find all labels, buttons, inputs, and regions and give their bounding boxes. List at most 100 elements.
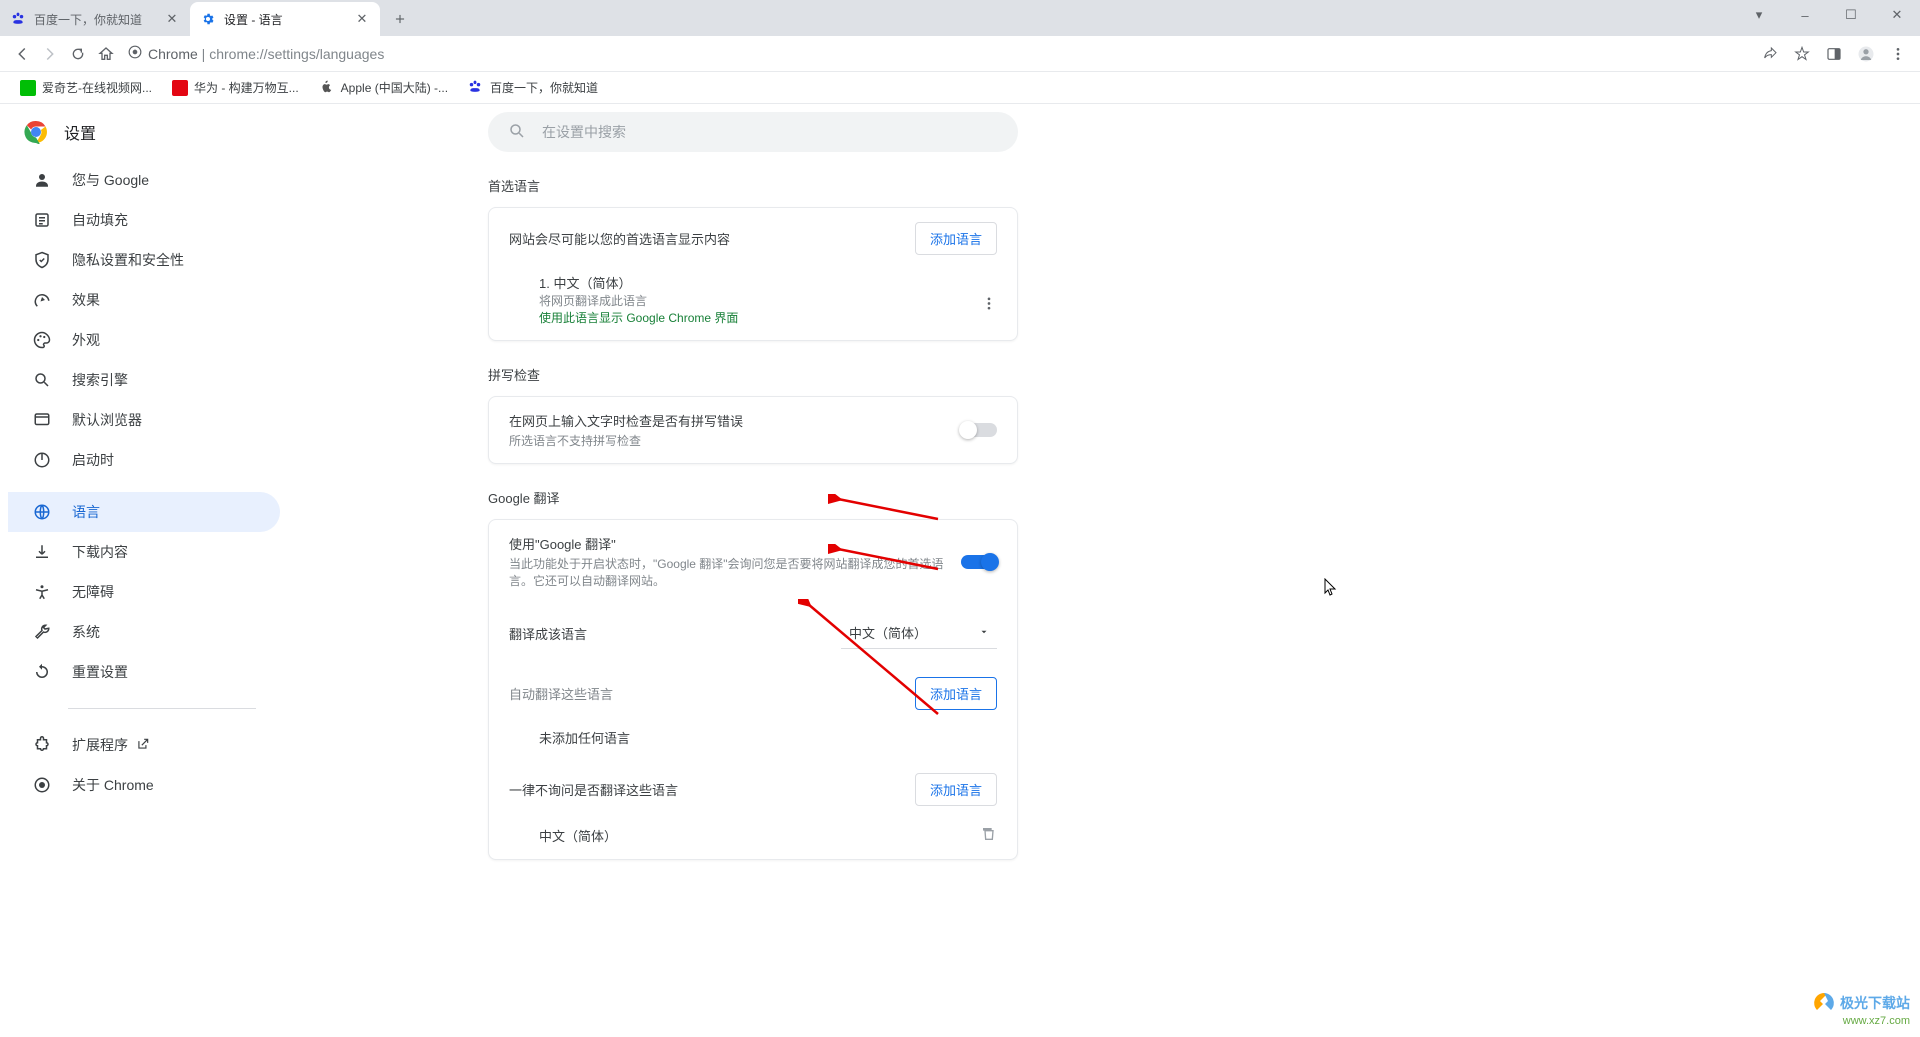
add-never-language-button[interactable]: 添加语言 bbox=[915, 773, 997, 806]
bookmark-item[interactable]: Apple (中国大陆) -... bbox=[311, 75, 456, 100]
sidebar-item-startup[interactable]: 启动时 bbox=[8, 440, 280, 480]
close-window-button[interactable]: ✕ bbox=[1874, 0, 1920, 30]
baidu-favicon bbox=[468, 80, 484, 96]
chrome-icon bbox=[128, 45, 142, 62]
minimize-button[interactable]: – bbox=[1782, 0, 1828, 30]
sidebar-item-default-browser[interactable]: 默认浏览器 bbox=[8, 400, 280, 440]
chevron-down-icon bbox=[979, 625, 989, 640]
spellcheck-desc: 在网页上输入文字时检查是否有拼写错误 bbox=[509, 411, 961, 430]
tab-settings[interactable]: 设置 - 语言 ✕ bbox=[190, 2, 380, 36]
bookmark-favicon bbox=[20, 80, 36, 96]
new-tab-button[interactable] bbox=[386, 5, 414, 33]
auto-translate-label: 自动翻译这些语言 bbox=[509, 684, 915, 703]
trash-icon[interactable] bbox=[981, 826, 997, 845]
bookmark-item[interactable]: 爱奇艺-在线视频网... bbox=[12, 75, 160, 100]
section-title-spellcheck: 拼写检查 bbox=[488, 365, 540, 384]
accessibility-icon bbox=[32, 582, 52, 602]
settings-header: 设置 bbox=[8, 120, 280, 144]
menu-icon[interactable] bbox=[1884, 40, 1912, 68]
download-icon bbox=[32, 542, 52, 562]
star-icon[interactable] bbox=[1788, 40, 1816, 68]
section-title-preferred: 首选语言 bbox=[488, 176, 540, 195]
browser-icon bbox=[32, 410, 52, 430]
back-button[interactable] bbox=[8, 40, 36, 68]
add-auto-language-button[interactable]: 添加语言 bbox=[915, 677, 997, 710]
sidebar-item-search[interactable]: 搜索引擎 bbox=[8, 360, 280, 400]
autofill-icon bbox=[32, 210, 52, 230]
search-input[interactable] bbox=[542, 124, 998, 140]
use-translate-desc: 当此功能处于开启状态时，"Google 翻译"会询问您是否要将网站翻译成您的首选… bbox=[509, 555, 961, 589]
panel-icon[interactable] bbox=[1820, 40, 1848, 68]
translate-card: 使用"Google 翻译" 当此功能处于开启状态时，"Google 翻译"会询问… bbox=[488, 519, 1018, 860]
sidebar-item-about[interactable]: 关于 Chrome bbox=[8, 765, 280, 805]
sidebar-item-appearance[interactable]: 外观 bbox=[8, 320, 280, 360]
wrench-icon bbox=[32, 622, 52, 642]
sidebar-item-autofill[interactable]: 自动填充 bbox=[8, 200, 280, 240]
forward-button[interactable] bbox=[36, 40, 64, 68]
external-icon bbox=[136, 737, 150, 754]
settings-search[interactable] bbox=[488, 112, 1018, 152]
sidebar-item-reset[interactable]: 重置设置 bbox=[8, 652, 280, 692]
language-sub: 将网页翻译成此语言 bbox=[539, 292, 997, 309]
dropdown-icon[interactable]: ▾ bbox=[1736, 0, 1782, 30]
globe-icon bbox=[32, 502, 52, 522]
close-icon[interactable]: ✕ bbox=[164, 11, 180, 27]
use-translate-label: 使用"Google 翻译" bbox=[509, 534, 961, 553]
speed-icon bbox=[32, 290, 52, 310]
maximize-button[interactable]: ☐ bbox=[1828, 0, 1874, 30]
preferred-languages-card: 网站会尽可能以您的首选语言显示内容 添加语言 1. 中文（简体） 将网页翻译成此… bbox=[488, 207, 1018, 341]
power-icon bbox=[32, 450, 52, 470]
extension-icon bbox=[32, 735, 52, 755]
profile-icon[interactable] bbox=[1852, 40, 1880, 68]
language-name: 1. 中文（简体） bbox=[539, 273, 997, 292]
sidebar-item-performance[interactable]: 效果 bbox=[8, 280, 280, 320]
home-button[interactable] bbox=[92, 40, 120, 68]
bookmarks-bar: 爱奇艺-在线视频网... 华为 - 构建万物互... Apple (中国大陆) … bbox=[0, 72, 1920, 104]
never-translate-label: 一律不询问是否翻译这些语言 bbox=[509, 780, 915, 799]
reset-icon bbox=[32, 662, 52, 682]
address-bar[interactable]: Chrome | chrome://settings/languages bbox=[128, 45, 384, 62]
tab-title: 百度一下，你就知道 bbox=[34, 11, 164, 28]
window-controls: ▾ – ☐ ✕ bbox=[1736, 0, 1920, 30]
cursor-annotation bbox=[1324, 578, 1338, 596]
sidebar-item-accessibility[interactable]: 无障碍 bbox=[8, 572, 280, 612]
use-translate-toggle[interactable] bbox=[961, 555, 997, 569]
baidu-favicon bbox=[10, 11, 26, 27]
person-icon bbox=[32, 170, 52, 190]
sidebar-item-extensions[interactable]: 扩展程序 bbox=[8, 725, 280, 765]
divider bbox=[68, 708, 256, 709]
search-icon bbox=[508, 122, 526, 143]
target-lang-label: 翻译成该语言 bbox=[509, 624, 841, 643]
sidebar-item-downloads[interactable]: 下载内容 bbox=[8, 532, 280, 572]
tab-baidu[interactable]: 百度一下，你就知道 ✕ bbox=[0, 2, 190, 36]
spellcheck-card: 在网页上输入文字时检查是否有拼写错误 所选语言不支持拼写检查 bbox=[488, 396, 1018, 464]
target-lang-select[interactable]: 中文（简体） bbox=[841, 617, 997, 649]
bookmark-item[interactable]: 百度一下，你就知道 bbox=[460, 75, 606, 100]
watermark: 极光下载站 www.xz7.com bbox=[1812, 991, 1910, 1027]
address-prefix: Chrome bbox=[148, 46, 198, 62]
reload-button[interactable] bbox=[64, 40, 92, 68]
sidebar: 设置 您与 Google 自动填充 隐私设置和安全性 效果 外观 搜索引擎 默认… bbox=[0, 104, 288, 1029]
settings-content: 首选语言 网站会尽可能以您的首选语言显示内容 添加语言 1. 中文（简体） 将网… bbox=[288, 104, 1920, 1029]
sidebar-item-you-google[interactable]: 您与 Google bbox=[8, 160, 280, 200]
sidebar-item-system[interactable]: 系统 bbox=[8, 612, 280, 652]
section-title-translate: Google 翻译 bbox=[488, 488, 560, 507]
share-icon[interactable] bbox=[1756, 40, 1784, 68]
spellcheck-sub: 所选语言不支持拼写检查 bbox=[509, 432, 961, 449]
add-language-button[interactable]: 添加语言 bbox=[915, 222, 997, 255]
apple-icon bbox=[319, 80, 335, 96]
language-ui-note: 使用此语言显示 Google Chrome 界面 bbox=[539, 309, 997, 326]
palette-icon bbox=[32, 330, 52, 350]
shield-icon bbox=[32, 250, 52, 270]
language-item: 1. 中文（简体） 将网页翻译成此语言 使用此语言显示 Google Chrom… bbox=[489, 269, 1017, 340]
spellcheck-toggle bbox=[961, 423, 997, 437]
bookmark-item[interactable]: 华为 - 构建万物互... bbox=[164, 75, 307, 100]
chrome-logo-icon bbox=[24, 120, 48, 144]
settings-favicon bbox=[200, 11, 216, 27]
more-icon[interactable] bbox=[981, 295, 997, 314]
sidebar-item-privacy[interactable]: 隐私设置和安全性 bbox=[8, 240, 280, 280]
close-icon[interactable]: ✕ bbox=[354, 11, 370, 27]
sidebar-item-language[interactable]: 语言 bbox=[8, 492, 280, 532]
address-url: | chrome://settings/languages bbox=[198, 46, 385, 62]
target-lang-value: 中文（简体） bbox=[849, 623, 927, 642]
